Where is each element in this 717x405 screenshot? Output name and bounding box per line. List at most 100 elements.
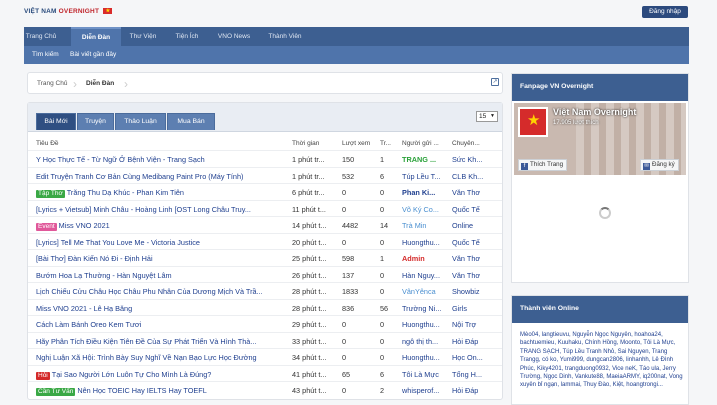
- thread-title[interactable]: Nghị Luận Xã Hội: Trình Bày Suy Nghĩ Về …: [36, 353, 286, 362]
- table-row[interactable]: Bướm Hoa Lạ Thường - Hàn Nguyệt Lâm 26 ph…: [28, 265, 502, 282]
- thread-title-text[interactable]: Cách Làm Bánh Oreo Kem Tươi: [36, 320, 141, 329]
- tab-discussion[interactable]: Thảo Luận: [115, 113, 166, 130]
- login-button[interactable]: Đăng nhập: [642, 6, 688, 18]
- thread-title[interactable]: Tập Thơ Trăng Thu Dạ Khúc - Phan Kim Tiên: [36, 188, 286, 198]
- tab-vno-news[interactable]: VNO News: [215, 27, 253, 46]
- table-row[interactable]: Lịch Chiếu Cửu Châu Học Châu Phu Nhân Củ…: [28, 282, 502, 298]
- poster-name[interactable]: Tôi Là Mực: [402, 370, 446, 379]
- signup-button[interactable]: ✉ Đăng ký: [640, 159, 679, 171]
- prefix-badge[interactable]: Tập Thơ: [36, 190, 65, 198]
- thread-title[interactable]: Event Miss VNO 2021: [36, 221, 286, 231]
- category-link[interactable]: Văn Thơ: [452, 188, 492, 197]
- poster-name[interactable]: ngô thị th...: [402, 337, 446, 346]
- thread-title-text[interactable]: Tại Sao Người Lớn Luôn Tự Cho Mình Là Đú…: [52, 370, 212, 379]
- category-link[interactable]: Online: [452, 221, 492, 230]
- table-row[interactable]: Edit Truyện Tranh Cơ Bản Cùng Medibang P…: [28, 166, 502, 183]
- thread-title-text[interactable]: [Bài Thơ] Đàn Kiến Nó Đi - Định Hải: [36, 254, 153, 263]
- site-logo[interactable]: VIỆT NAM OVERNIGHT: [24, 8, 113, 15]
- thread-title[interactable]: [Lyrics] Tell Me That You Love Me - Vict…: [36, 238, 286, 247]
- tab-utilities[interactable]: Tiện Ích: [171, 27, 203, 46]
- table-row[interactable]: Cần Tư Vấn Nên Học TOEIC Hay IELTS Hay TO…: [28, 381, 502, 397]
- tab-home[interactable]: Trang Chủ: [24, 27, 58, 46]
- online-members-list[interactable]: Mèo04, langtieuvu, Nguyễn Ngọc Nguyên, h…: [520, 331, 684, 390]
- table-row[interactable]: Y Học Thực Tế - Từ Ngữ Ở Bệnh Viện - Tra…: [28, 150, 502, 166]
- tab-new-posts[interactable]: Bài Mới: [36, 113, 76, 130]
- category-link[interactable]: Hỏi Đáp: [452, 386, 492, 395]
- category-link[interactable]: Văn Thơ: [452, 271, 492, 280]
- table-row[interactable]: Miss VNO 2021 - Lê Hạ Băng 28 phút t... 83…: [28, 298, 502, 315]
- prefix-badge[interactable]: Event: [36, 223, 57, 231]
- category-link[interactable]: Quốc Tế: [452, 238, 492, 247]
- page-avatar[interactable]: [518, 107, 548, 137]
- poster-name[interactable]: Huongthu...: [402, 353, 446, 362]
- thread-title[interactable]: [Bài Thơ] Đàn Kiến Nó Đi - Định Hải: [36, 254, 286, 263]
- prefix-badge[interactable]: Hỏi: [36, 371, 50, 380]
- poster-name[interactable]: Huongthu...: [402, 320, 446, 329]
- category-link[interactable]: Văn Thơ: [452, 254, 492, 263]
- category-link[interactable]: Hỏi Đáp: [452, 337, 492, 346]
- subnav-search[interactable]: Tìm kiếm: [32, 46, 59, 64]
- thread-title-text[interactable]: Edit Truyện Tranh Cơ Bản Cùng Medibang P…: [36, 172, 243, 181]
- thread-title[interactable]: Edit Truyện Tranh Cơ Bản Cùng Medibang P…: [36, 172, 286, 181]
- tab-library[interactable]: Thư Viện: [127, 27, 159, 46]
- thread-title[interactable]: Lịch Chiếu Cửu Châu Học Châu Phu Nhân Củ…: [36, 287, 286, 296]
- category-link[interactable]: Học On...: [452, 353, 492, 362]
- tab-stories[interactable]: Truyện: [77, 113, 114, 130]
- thread-title-text[interactable]: Bướm Hoa Lạ Thường - Hàn Nguyệt Lâm: [36, 271, 172, 280]
- thread-title-text[interactable]: [Lyrics + Vietsub] Minh Châu - Hoàng Lin…: [36, 205, 251, 214]
- thread-title[interactable]: Bướm Hoa Lạ Thường - Hàn Nguyệt Lâm: [36, 271, 286, 280]
- breadcrumb-current[interactable]: Diễn Đàn: [86, 80, 114, 87]
- page-size-select[interactable]: 15 ▼: [476, 111, 498, 122]
- thread-title[interactable]: [Lyrics + Vietsub] Minh Châu - Hoàng Lin…: [36, 205, 286, 214]
- poster-name[interactable]: Hàn Nguy...: [402, 271, 446, 280]
- facebook-page-card[interactable]: Việt Nam Overnight 17.905 lượt thích fTh…: [514, 103, 686, 175]
- poster-name[interactable]: Túp Lều T...: [402, 172, 446, 181]
- prefix-badge[interactable]: Cần Tư Vấn: [36, 388, 76, 396]
- table-row[interactable]: [Lyrics] Tell Me That You Love Me - Vict…: [28, 232, 502, 249]
- like-page-button[interactable]: f Thích Trang: [518, 159, 568, 171]
- thread-title-text[interactable]: Miss VNO 2021: [59, 221, 110, 230]
- breadcrumb-home[interactable]: Trang Chủ: [37, 80, 67, 87]
- table-row[interactable]: Nghị Luận Xã Hội: Trình Bày Suy Nghĩ Về …: [28, 348, 502, 364]
- thread-title-text[interactable]: Lịch Chiếu Cửu Châu Học Châu Phu Nhân Củ…: [36, 287, 263, 296]
- thread-title-text[interactable]: Nghị Luận Xã Hội: Trình Bày Suy Nghĩ Về …: [36, 353, 257, 362]
- table-row[interactable]: Hỏi Tại Sao Người Lớn Luôn Tự Cho Mình Là…: [28, 364, 502, 381]
- category-link[interactable]: Nội Trợ: [452, 320, 492, 329]
- poster-name[interactable]: Phan Ki...: [402, 188, 446, 197]
- page-name[interactable]: Việt Nam Overnight: [553, 107, 636, 117]
- thread-title[interactable]: Y Học Thực Tế - Từ Ngữ Ở Bệnh Viện - Tra…: [36, 155, 286, 164]
- external-link-icon[interactable]: ↗: [491, 78, 499, 86]
- poster-name[interactable]: whisperof...: [402, 386, 446, 395]
- poster-name[interactable]: TRANG ...: [402, 155, 446, 164]
- tab-trade[interactable]: Mua Bán: [167, 113, 215, 130]
- table-row[interactable]: Tập Thơ Trăng Thu Dạ Khúc - Phan Kim Tiên…: [28, 183, 502, 199]
- tab-members[interactable]: Thành Viên: [264, 27, 306, 46]
- thread-title-text[interactable]: Nên Học TOEIC Hay IELTS Hay TOEFL: [77, 386, 207, 395]
- poster-name[interactable]: VânYênca: [402, 287, 446, 296]
- table-row[interactable]: [Bài Thơ] Đàn Kiến Nó Đi - Định Hải 25 ph…: [28, 249, 502, 265]
- thread-title-text[interactable]: Trăng Thu Dạ Khúc - Phan Kim Tiên: [67, 188, 184, 197]
- thread-title[interactable]: Cần Tư Vấn Nên Học TOEIC Hay IELTS Hay TO…: [36, 386, 286, 396]
- tab-forum[interactable]: Diễn Đàn: [71, 27, 121, 46]
- poster-name[interactable]: Trà Min: [402, 221, 446, 230]
- category-link[interactable]: Showbiz: [452, 287, 492, 296]
- subnav-recent-posts[interactable]: Bài viết gần đây: [70, 46, 116, 64]
- thread-title[interactable]: Miss VNO 2021 - Lê Hạ Băng: [36, 304, 286, 313]
- table-row[interactable]: Hãy Phân Tích Điều Kiện Tiên Đề Của Sự P…: [28, 331, 502, 348]
- category-link[interactable]: CLB Kh...: [452, 172, 492, 181]
- thread-title[interactable]: Cách Làm Bánh Oreo Kem Tươi: [36, 320, 286, 329]
- thread-title[interactable]: Hỏi Tại Sao Người Lớn Luôn Tự Cho Mình Là…: [36, 370, 286, 380]
- table-row[interactable]: Cách Làm Bánh Oreo Kem Tươi 29 phút t... 0…: [28, 315, 502, 331]
- poster-name[interactable]: Huongthu...: [402, 238, 446, 247]
- poster-name[interactable]: Trường Ni...: [402, 304, 446, 313]
- thread-title-text[interactable]: Miss VNO 2021 - Lê Hạ Băng: [36, 304, 132, 313]
- category-link[interactable]: Quốc Tế: [452, 205, 492, 214]
- category-link[interactable]: Sức Kh...: [452, 155, 492, 164]
- table-row[interactable]: [Lyrics + Vietsub] Minh Châu - Hoàng Lin…: [28, 199, 502, 216]
- poster-name[interactable]: Võ Ký Co...: [402, 205, 446, 214]
- poster-name[interactable]: Admin: [402, 254, 446, 263]
- table-row[interactable]: Event Miss VNO 2021 14 phút t... 4482 14 Trà …: [28, 216, 502, 232]
- category-link[interactable]: Tổng H...: [452, 370, 492, 379]
- thread-title-text[interactable]: Y Học Thực Tế - Từ Ngữ Ở Bệnh Viện - Tra…: [36, 155, 205, 164]
- category-link[interactable]: Girls: [452, 304, 492, 313]
